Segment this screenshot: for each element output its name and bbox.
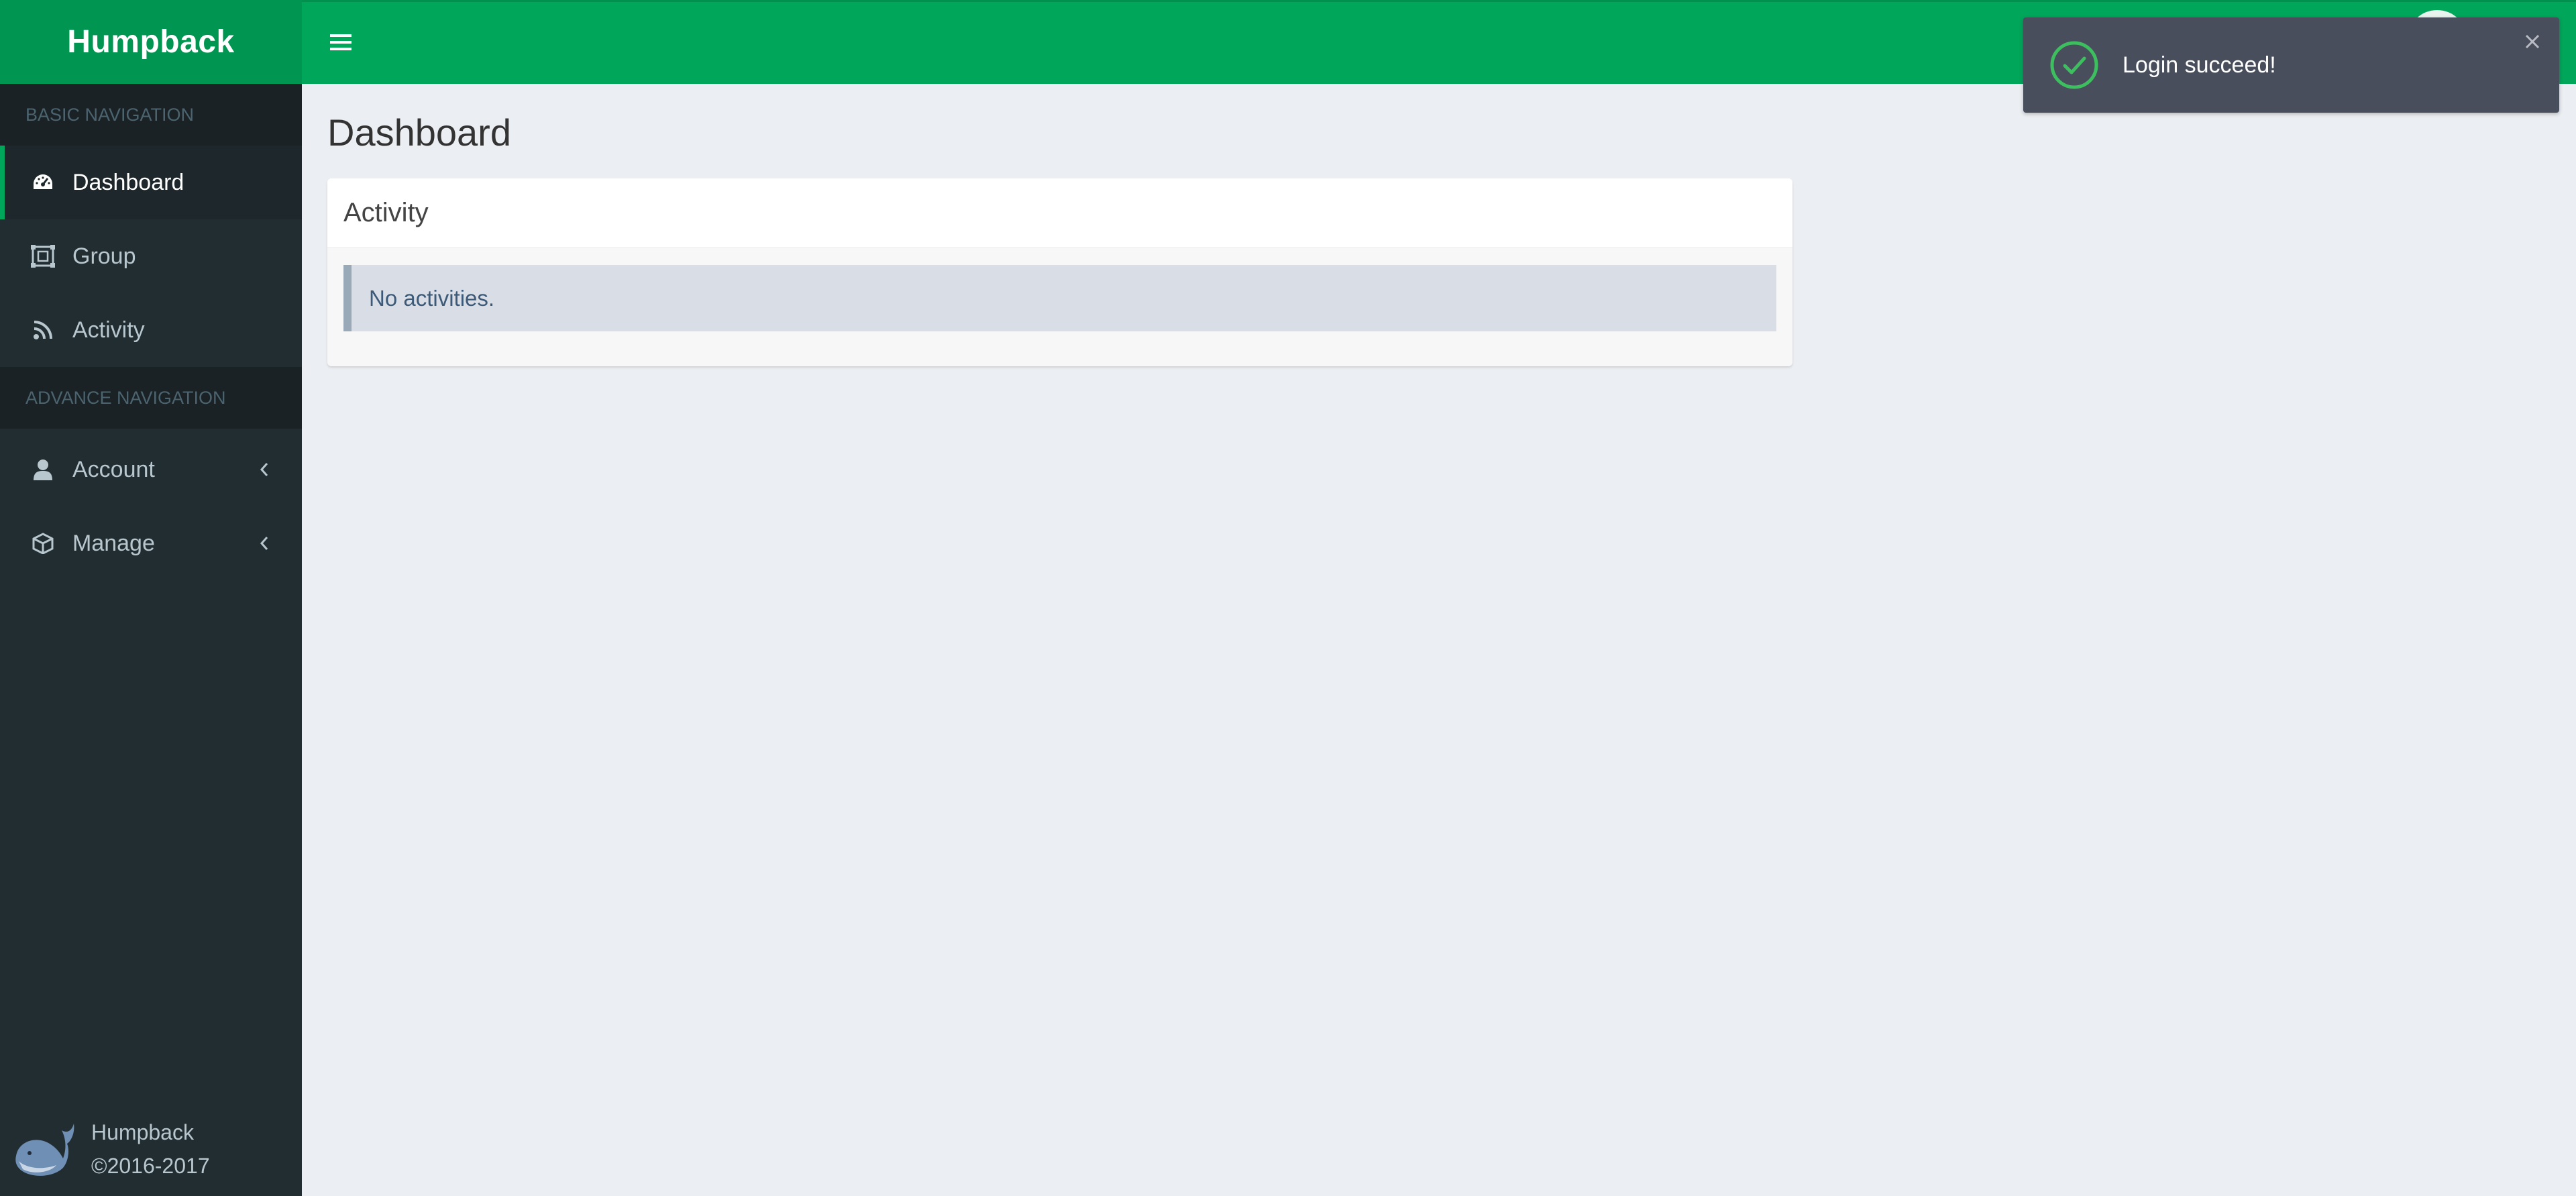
success-check-icon [2049, 40, 2100, 91]
hamburger-menu-icon[interactable] [327, 29, 354, 56]
whale-logo-icon [9, 1114, 76, 1185]
nav-header-advance: ADVANCE NAVIGATION [0, 367, 302, 429]
sidebar-item-group[interactable]: Group [0, 219, 302, 293]
sidebar-item-label: Group [72, 243, 136, 269]
footer-copyright: ©2016-2017 [91, 1154, 210, 1178]
chevron-left-icon[interactable] [256, 461, 272, 478]
close-icon[interactable] [2520, 30, 2544, 54]
brand-name[interactable]: Humpback [67, 23, 234, 60]
sidebar: Humpback BASIC NAVIGATION Dashboard Grou… [0, 0, 302, 1196]
sidebar-item-label: Manage [72, 530, 155, 556]
activity-box: Activity No activities. [327, 178, 1792, 366]
activity-box-title: Activity [343, 197, 429, 227]
group-frame-icon [28, 241, 58, 271]
sidebar-item-activity[interactable]: Activity [0, 293, 302, 367]
nav-header-basic: BASIC NAVIGATION [0, 84, 302, 146]
page-title: Dashboard [327, 111, 511, 154]
empty-activities-callout: No activities. [343, 265, 1776, 331]
empty-activities-message: No activities. [369, 285, 495, 311]
footer-name: Humpback [91, 1120, 194, 1144]
chevron-left-icon[interactable] [256, 535, 272, 551]
toast-message: Login succeed! [2123, 52, 2276, 78]
user-icon [28, 455, 58, 484]
sidebar-item-manage[interactable]: Manage [0, 506, 302, 580]
sidebar-item-label: Account [72, 456, 155, 482]
sidebar-item-label: Activity [72, 317, 145, 343]
login-success-toast: Login succeed! [2023, 17, 2559, 113]
sidebar-footer: Humpback ©2016-2017 [0, 1102, 302, 1196]
rss-feed-icon [28, 315, 58, 345]
sidebar-item-account[interactable]: Account [0, 433, 302, 506]
cube-icon [28, 529, 58, 558]
brand-logo[interactable]: Humpback [0, 0, 302, 84]
sidebar-item-label: Dashboard [72, 169, 184, 195]
footer-text: Humpback ©2016-2017 [91, 1116, 210, 1183]
sidebar-item-dashboard[interactable]: Dashboard [0, 146, 302, 219]
activity-box-header: Activity [327, 178, 1792, 248]
main-content: Dashboard Activity No activities. [302, 84, 2576, 1196]
dashboard-gauge-icon [28, 168, 58, 197]
